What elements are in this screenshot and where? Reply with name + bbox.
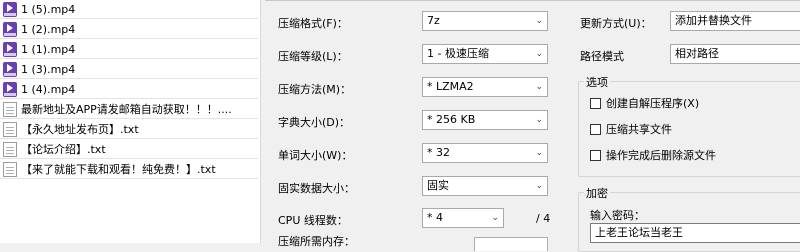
solid-value: 固实 [427, 179, 449, 192]
chevron-down-icon: ⌄ [491, 213, 499, 223]
file-name: 【论坛介绍】.txt [21, 143, 106, 156]
sfx-checkbox[interactable]: 创建自解压程序(X) [590, 95, 699, 111]
chevron-down-icon: ⌄ [535, 181, 543, 191]
text-file-icon [3, 161, 17, 177]
level-value: 1 - 极速压缩 [427, 47, 489, 60]
file-name: 1 (5).mp4 [21, 2, 76, 16]
shared-files-checkbox[interactable]: 压缩共享文件 [590, 121, 672, 137]
file-list: 1 (5).mp4 1 (2).mp4 1 (1).mp4 1 (3).mp4 … [0, 0, 261, 243]
level-select[interactable]: 1 - 极速压缩 ⌄ [422, 44, 548, 64]
memory-value-box [474, 237, 548, 251]
checkbox-box[interactable] [590, 149, 601, 161]
file-name: 1 (4).mp4 [21, 82, 76, 96]
video-file-icon [3, 21, 17, 37]
password-label: 输入密码： [590, 209, 645, 222]
text-file-icon [3, 121, 17, 137]
text-file-icon [3, 101, 17, 117]
file-name: 最新地址及APP请发邮箱自动获取！！！.... [21, 103, 232, 116]
video-file-icon [3, 41, 17, 57]
memory-label: 压缩所需内存： [278, 235, 355, 248]
text-file-icon [3, 141, 17, 157]
delete-label: 操作完成后删除源文件 [606, 149, 716, 162]
chevron-down-icon: ⌄ [535, 49, 543, 59]
file-row[interactable]: 1 (5).mp4 [0, 0, 258, 19]
file-row[interactable]: 1 (3).mp4 [0, 60, 258, 79]
dict-select[interactable]: * 256 KB ⌄ [422, 110, 548, 130]
video-file-icon [3, 81, 17, 97]
word-select[interactable]: * 32 ⌄ [422, 143, 548, 163]
path-value: 相对路径 [675, 47, 719, 60]
checkbox-box[interactable] [590, 123, 601, 135]
encryption-title: 加密 [584, 185, 610, 201]
file-row[interactable]: 最新地址及APP请发邮箱自动获取！！！.... [0, 100, 258, 119]
format-select[interactable]: 7z ⌄ [422, 11, 548, 31]
path-mode-label: 路径模式 [580, 50, 624, 63]
file-row[interactable]: 1 (2).mp4 [0, 20, 258, 39]
file-row[interactable]: 【来了就能下载和观看！纯免费！】.txt [0, 160, 258, 179]
delete-after-checkbox[interactable]: 操作完成后删除源文件 [590, 147, 716, 163]
cpu-threads-select[interactable]: * 4 ⌄ [422, 208, 504, 228]
solid-select[interactable]: 固实 ⌄ [422, 176, 548, 196]
chevron-down-icon: ⌄ [535, 82, 543, 92]
dict-label: 字典大小(D)： [278, 116, 351, 129]
method-value: * LZMA2 [427, 80, 474, 93]
file-name: 【来了就能下载和观看！纯免费！】.txt [21, 163, 216, 176]
update-value: 添加并替换文件 [675, 14, 752, 27]
solid-label: 固实数据大小： [278, 182, 355, 195]
level-label: 压缩等级(L)： [278, 50, 348, 63]
options-title: 选项 [584, 74, 610, 90]
word-label: 单词大小(W)： [278, 149, 353, 162]
cpu-total: / 4 [536, 212, 551, 225]
update-label: 更新方式(U)： [580, 17, 652, 30]
sfx-label: 创建自解压程序(X) [606, 97, 700, 110]
method-select[interactable]: * LZMA2 ⌄ [422, 77, 548, 97]
file-row[interactable]: 【论坛介绍】.txt [0, 140, 258, 159]
file-name: 【永久地址发布页】.txt [21, 123, 139, 136]
dict-value: * 256 KB [427, 113, 476, 126]
method-label: 压缩方法(M)： [278, 83, 352, 96]
file-name: 1 (3).mp4 [21, 62, 76, 76]
cpu-value: * 4 [427, 211, 443, 224]
file-row[interactable]: 1 (1).mp4 [0, 40, 258, 59]
file-row[interactable]: 【永久地址发布页】.txt [0, 120, 258, 139]
checkbox-box[interactable] [590, 97, 601, 109]
shared-label: 压缩共享文件 [606, 123, 672, 136]
file-row[interactable]: 1 (4).mp4 [0, 80, 258, 99]
video-file-icon [3, 1, 17, 17]
chevron-down-icon: ⌄ [535, 16, 543, 26]
chevron-down-icon: ⌄ [535, 115, 543, 125]
format-value: 7z [427, 14, 440, 27]
password-value: 上老王论坛当老王 [595, 226, 683, 239]
password-input[interactable]: 上老王论坛当老王 [590, 223, 800, 243]
cpu-label: CPU 线程数： [278, 214, 348, 227]
path-mode-select[interactable]: 相对路径 [670, 44, 800, 64]
dialog-top-border [265, 0, 800, 3]
format-label: 压缩格式(F)： [278, 17, 348, 30]
file-name: 1 (1).mp4 [21, 42, 76, 56]
video-file-icon [3, 61, 17, 77]
file-name: 1 (2).mp4 [21, 22, 76, 36]
word-value: * 32 [427, 146, 450, 159]
update-mode-select[interactable]: 添加并替换文件 [670, 11, 800, 31]
chevron-down-icon: ⌄ [535, 148, 543, 158]
